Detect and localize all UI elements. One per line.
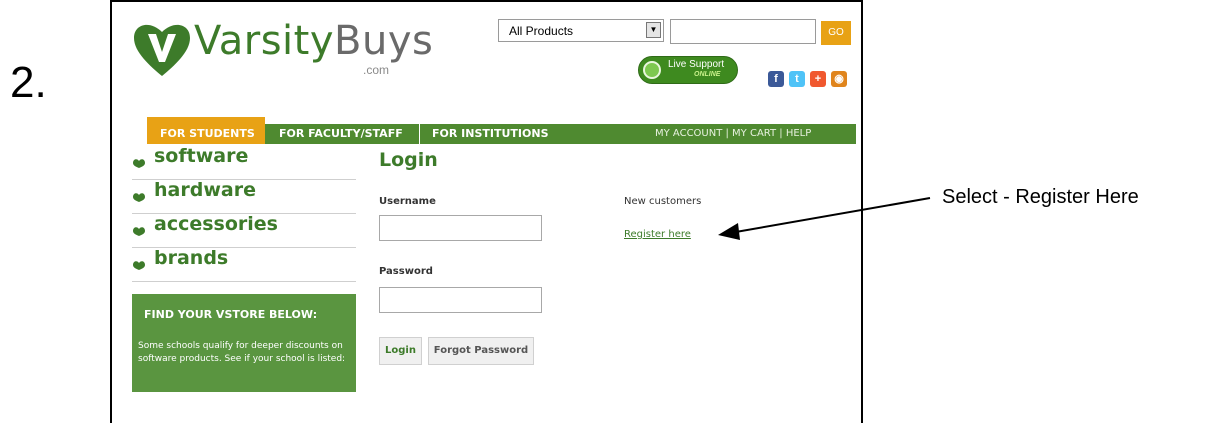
annotation-arrow-icon [718, 197, 931, 240]
